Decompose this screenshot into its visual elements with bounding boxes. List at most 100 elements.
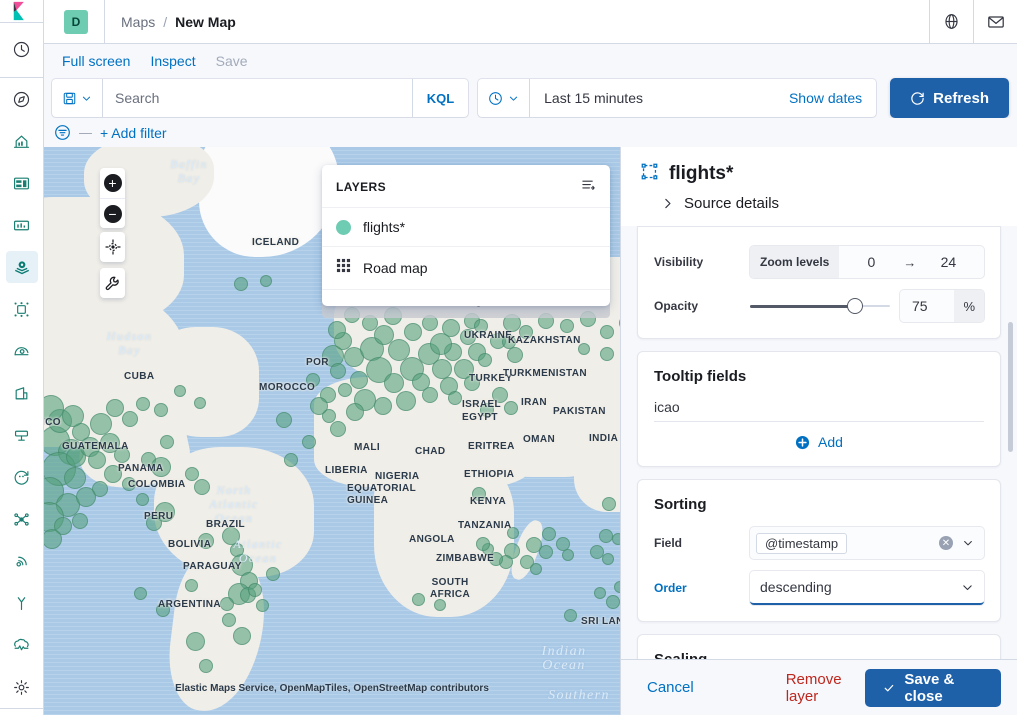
search-input[interactable] (103, 80, 412, 116)
filter-options-icon[interactable] (54, 124, 71, 141)
visibility-label: Visibility (654, 255, 704, 269)
show-dates-button[interactable]: Show dates (775, 90, 876, 106)
target-icon (104, 239, 121, 255)
chevron-down-icon (82, 96, 91, 101)
sidebar-item-discover[interactable] (6, 83, 38, 115)
sort-field-label: Field (654, 536, 683, 550)
opacity-value-group[interactable]: 75 % (900, 290, 984, 322)
zoom-controls: + − (100, 168, 125, 228)
layer-editor-body[interactable]: Visibility Zoom levels 0 → 24 Opacity 75… (621, 226, 1017, 659)
layer-editor-scrollbar[interactable] (1008, 322, 1013, 452)
sidebar-item-management[interactable] (6, 671, 38, 703)
zoom-levels-label: Zoom levels (750, 246, 840, 278)
nav-divider (0, 77, 44, 78)
zoom-max-input[interactable]: 24 (916, 254, 980, 270)
layers-panel-header: LAYERS (322, 165, 610, 208)
layer-editor-title: flights* (669, 163, 734, 184)
sorting-card: Sorting Field @timestamp ✕ Order descend… (637, 479, 1001, 622)
refresh-button[interactable]: Refresh (890, 78, 1009, 118)
remove-layer-button[interactable]: Remove layer (786, 671, 866, 705)
query-bar: KQL Last 15 minutes Show dates Refresh (44, 78, 1017, 118)
layer-editor-footer: Cancel Remove layer Save & close (621, 659, 1017, 715)
plus-icon: + (103, 174, 122, 192)
map-canvas[interactable]: Baffin Bay Hudson Bay North Atlantic Ocean A… (44, 147, 620, 715)
sort-order-label[interactable]: Order (654, 581, 750, 595)
add-label: Add (818, 434, 843, 450)
fit-to-data-button[interactable] (100, 232, 125, 262)
combobox-actions: ✕ (939, 536, 978, 550)
space-avatar[interactable]: D (64, 9, 88, 34)
opacity-label: Opacity (654, 299, 699, 313)
sidebar-item-machine-learning[interactable] (6, 335, 38, 367)
opacity-row: Opacity 75 % (654, 290, 984, 322)
layer-label: flights* (363, 219, 406, 235)
breadcrumb-item-maps[interactable]: Maps (121, 14, 155, 30)
sidebar-item-uptime[interactable] (6, 461, 38, 493)
sidebar-item-infrastructure[interactable] (6, 377, 38, 409)
plus-circle-icon (795, 435, 810, 449)
map-attribution: Elastic Maps Service, OpenMapTiles, Open… (175, 683, 489, 694)
sidebar-item-recently-viewed[interactable] (6, 33, 38, 65)
collapse-nav-button[interactable] (0, 708, 44, 715)
clear-x-icon[interactable]: ✕ (939, 536, 953, 550)
grid-tiles-icon (336, 258, 351, 278)
opacity-input[interactable]: 75 (900, 298, 954, 314)
elastic-logo[interactable] (0, 0, 44, 23)
visibility-row: Visibility Zoom levels 0 → 24 (654, 246, 984, 278)
save-close-label: Save & close (904, 670, 955, 705)
sidebar-item-dev-tools[interactable] (6, 587, 38, 619)
kql-language-button[interactable]: KQL (411, 79, 468, 117)
tooltip-field-item[interactable]: icao (654, 399, 984, 421)
kibana-maps-app: D Maps / New Map Full screen Inspect Sav… (0, 0, 1017, 715)
help-icon[interactable] (929, 0, 973, 44)
save-and-close-button[interactable]: Save & close (865, 668, 1001, 707)
sidebar-item-canvas[interactable] (6, 167, 38, 199)
scaling-card: Scaling (637, 634, 1001, 659)
nav-items (0, 23, 44, 708)
opacity-slider[interactable] (750, 290, 890, 322)
layer-label: Road map (363, 260, 428, 276)
sort-order-row: Order descending (654, 571, 984, 605)
inspect-button[interactable]: Inspect (140, 49, 205, 73)
sidebar-item-graph[interactable] (6, 293, 38, 325)
sidebar-item-maps[interactable] (5, 251, 38, 283)
sidebar-item-monitoring[interactable] (6, 629, 38, 661)
header-actions (929, 0, 1017, 44)
mail-icon[interactable] (973, 0, 1017, 44)
layer-editor-header: flights* Source details (621, 147, 1017, 226)
layer-item-flights[interactable]: flights* (322, 208, 610, 247)
tooltip-fields-card: Tooltip fields icao Add (637, 351, 1001, 467)
sort-field-combobox[interactable]: @timestamp ✕ (750, 527, 984, 559)
sidebar-item-apm[interactable] (6, 503, 38, 535)
map-tools-control (100, 268, 125, 298)
source-details-toggle[interactable]: Source details (661, 195, 997, 212)
zoom-min-input[interactable]: 0 (839, 254, 903, 270)
date-picker-group: Last 15 minutes Show dates (478, 79, 877, 117)
circle-swatch (336, 219, 351, 235)
app-header: D Maps / New Map (44, 0, 1017, 44)
sort-order-select[interactable]: descending (750, 571, 984, 605)
quick-select-button[interactable] (478, 79, 531, 117)
slider-thumb[interactable] (847, 298, 863, 314)
check-icon (885, 684, 894, 691)
sidebar-item-dashboard[interactable] (6, 125, 38, 157)
wrench-icon (105, 276, 119, 290)
layers-panel-title: LAYERS (336, 180, 386, 194)
sidebar-item-logs[interactable] (6, 419, 38, 451)
save-button[interactable]: Save (206, 49, 258, 73)
zoom-in-button[interactable]: + (100, 168, 125, 198)
cancel-button[interactable]: Cancel (637, 679, 704, 696)
add-filter-button[interactable]: + Add filter (100, 125, 167, 141)
full-screen-button[interactable]: Full screen (52, 49, 140, 73)
sidebar-item-observability[interactable] (6, 545, 38, 577)
slider-fill (750, 304, 855, 308)
sidebar-item-visualize[interactable] (6, 209, 38, 241)
reorder-layers-icon[interactable] (581, 177, 596, 197)
date-range-display[interactable]: Last 15 minutes (530, 90, 775, 106)
add-tooltip-field-button[interactable]: Add (654, 434, 984, 450)
map-tools-button[interactable] (100, 268, 125, 298)
zoom-out-button[interactable]: − (100, 198, 125, 228)
saved-query-button[interactable] (52, 79, 103, 117)
layer-item-road-map[interactable]: Road map (322, 247, 610, 290)
zoom-levels-group[interactable]: Zoom levels 0 → 24 (750, 246, 984, 278)
